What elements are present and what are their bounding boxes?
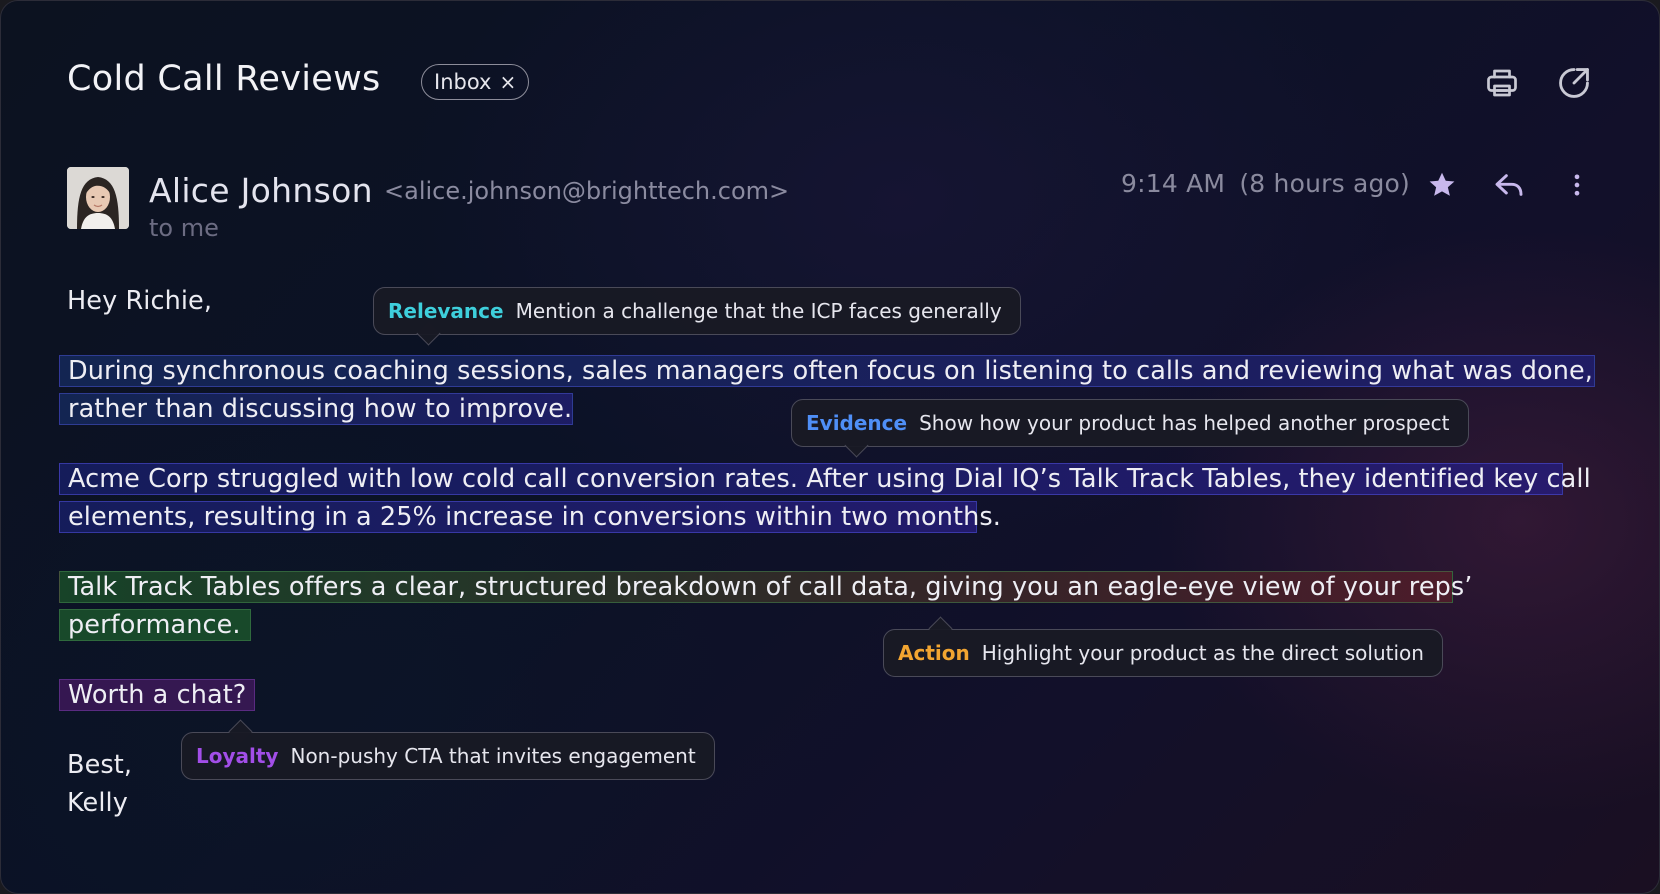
evidence-highlight-line-1[interactable]: Acme Corp struggled with low cold call c… [59,463,1591,495]
relevance-highlight-line-2[interactable]: rather than discussing how to improve. [59,393,573,425]
relevance-highlight-line-1[interactable]: During synchronous coaching sessions, sa… [59,355,1595,387]
loyalty-tooltip: Loyalty Non-pushy CTA that invites engag… [181,719,715,780]
evidence-tag: Evidence [806,411,908,435]
reply-icon[interactable] [1491,167,1527,203]
email-window: Cold Call Reviews Inbox × Alice Johnson … [0,0,1660,894]
loyalty-tag: Loyalty [196,744,279,768]
recipient-text[interactable]: to me [149,214,219,242]
relevance-tag: Relevance [388,299,504,323]
action-tooltip: Action Highlight your product as the dir… [883,616,1443,677]
action-note: Highlight your product as the direct sol… [981,641,1424,665]
relevance-tooltip: Relevance Mention a challenge that the I… [373,287,1021,346]
label-chip-text: Inbox [434,70,492,94]
action-tag: Action [898,641,970,665]
loyalty-highlight[interactable]: Worth a chat? [59,679,255,711]
sender-avatar [67,167,129,229]
action-highlight-line-2[interactable]: performance. [59,609,251,641]
remove-label-icon[interactable]: × [499,72,516,92]
message-time: 9:14 AM [1121,169,1226,198]
open-in-new-window-icon[interactable] [1554,63,1594,103]
more-vertical-icon[interactable] [1559,167,1595,203]
evidence-highlight-line-2[interactable]: elements, resulting in a 25% increase in… [59,501,1001,533]
page-title: Cold Call Reviews [67,59,381,99]
action-highlight-line-1[interactable]: Talk Track Tables offers a clear, struct… [59,571,1472,603]
signoff-text: Best, [67,750,133,780]
sender-email: <alice.johnson@brighttech.com> [384,177,790,205]
tooltip-pointer [928,616,953,641]
evidence-note: Show how your product has helped another… [919,411,1450,435]
printer-icon[interactable] [1482,63,1522,103]
message-relative-time: (8 hours ago) [1239,169,1411,198]
tooltip-pointer [844,433,869,458]
sender-name[interactable]: Alice Johnson [149,171,373,210]
evidence-tooltip: Evidence Show how your product has helpe… [791,399,1469,458]
star-icon[interactable] [1424,167,1460,203]
tooltip-pointer [416,321,441,346]
signature-text: Kelly [67,788,128,818]
inbox-label-chip[interactable]: Inbox × [421,64,530,100]
message-timestamp: 9:14 AM (8 hours ago) [1121,169,1410,198]
tooltip-pointer [228,719,253,744]
greeting-text: Hey Richie, [67,286,213,316]
loyalty-note: Non-pushy CTA that invites engagement [290,744,696,768]
relevance-note: Mention a challenge that the ICP faces g… [515,299,1002,323]
